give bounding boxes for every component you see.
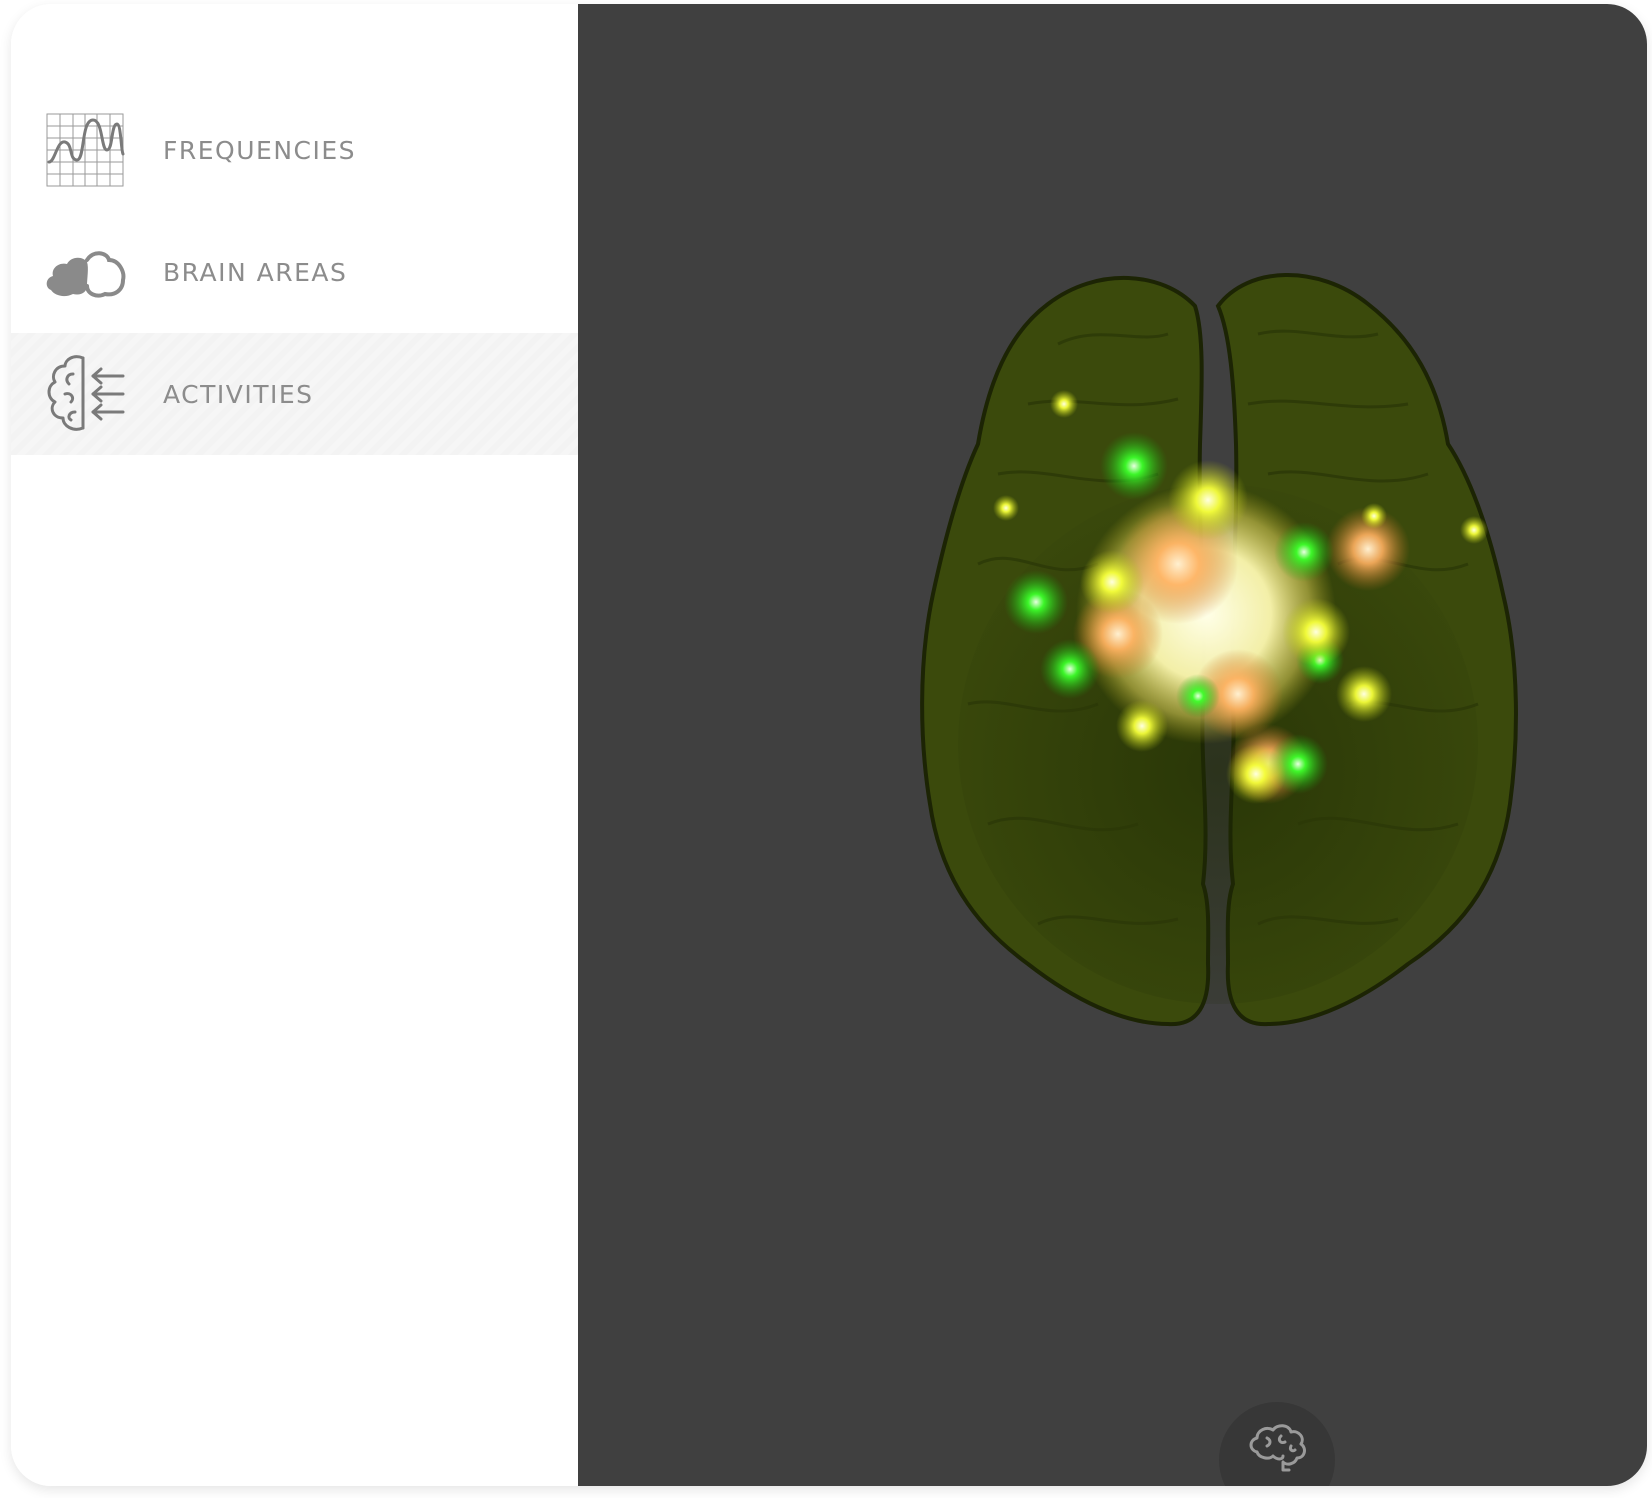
sidebar-item-brain-areas[interactable]: BRAIN AREAS [11,211,579,333]
brain-3d-model[interactable] [578,4,1647,1486]
sidebar-item-activities[interactable]: ACTIVITIES [11,333,579,455]
sidebar: FREQUENCIES BRAIN AREAS ACTIVITIES [11,4,579,1486]
sidebar-item-label: BRAIN AREAS [163,257,348,287]
sidebar-item-frequencies[interactable]: FREQUENCIES [11,89,579,211]
brain-activity-icon [43,352,127,436]
brain-viewer[interactable] [578,4,1647,1486]
brain-areas-icon [43,230,127,314]
sidebar-item-label: FREQUENCIES [163,135,357,165]
app-window: FREQUENCIES BRAIN AREAS ACTIVITIES [11,4,1647,1486]
brain-icon [1247,1422,1307,1479]
frequency-wave-icon [43,108,127,192]
sidebar-item-label: ACTIVITIES [163,379,314,409]
